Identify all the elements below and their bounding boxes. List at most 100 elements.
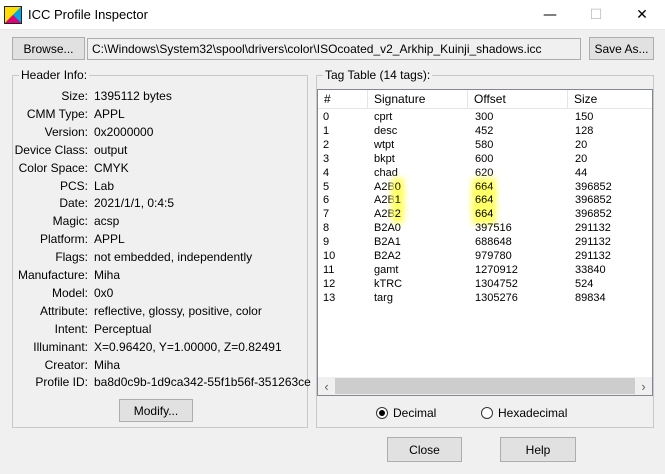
header-field-key: Version: [44, 124, 88, 139]
tag-offset-cell: 688648 [475, 236, 512, 249]
horizontal-scrollbar[interactable]: ‹ › [318, 377, 652, 395]
header-field-value: Miha [94, 268, 121, 282]
browse-button[interactable]: Browse... [12, 37, 85, 60]
tag-signature-cell: desc [374, 124, 398, 137]
header-fields: Size: 1395112 bytes CMM Type: APPL Version: 0… [0, 87, 311, 397]
tag-row[interactable]: 3 bkpt 600 20 [318, 152, 652, 167]
header-field-row: Flags: not embedded, independently [0, 248, 310, 266]
column-header-size[interactable]: Size [568, 90, 652, 109]
save-as-button[interactable]: Save As... [589, 37, 654, 60]
tag-number-cell: 12 [323, 277, 336, 290]
modify-button[interactable]: Modify... [119, 399, 193, 422]
header-field-key: CMM Type: [26, 106, 88, 121]
header-field-key: Manufacture: [17, 268, 88, 282]
tag-row[interactable]: 2 wtpt 580 20 [318, 138, 652, 153]
tag-row[interactable]: 11 gamt 1270912 33840 [318, 263, 652, 278]
tag-row[interactable]: 13 targ 1305276 89834 [318, 292, 652, 306]
tag-row[interactable]: 8 B2A0 397516 291132 [318, 222, 652, 236]
scroll-left-arrow[interactable]: ‹ [318, 377, 335, 395]
tag-size-cell: 150 [575, 111, 594, 123]
header-field-key: Size: [61, 89, 88, 103]
window-title: ICC Profile Inspector [28, 7, 148, 22]
header-field-key: Model: [51, 285, 88, 300]
header-field-key: Illuminant: [33, 339, 88, 354]
help-button[interactable]: Help [500, 437, 576, 462]
header-field-row: Illuminant: X=0.96420, Y=1.00000, Z=0.824… [0, 338, 310, 356]
chevron-right-icon: › [641, 378, 646, 394]
header-field-key: Flags: [55, 250, 88, 265]
header-field-row: Profile ID: ba8d0c9b-1d9ca342-55f1b56f-35… [0, 373, 311, 391]
tag-number-cell: 11 [323, 263, 335, 276]
tag-size-cell: 291132 [575, 250, 611, 262]
tag-row[interactable]: 6 A2B1 664 396852 [318, 194, 652, 208]
maximize-icon: ☐ [589, 7, 603, 23]
column-header-offset[interactable]: Offset [468, 90, 568, 109]
header-field-row: Size: 1395112 bytes [0, 87, 310, 105]
hexadecimal-radio[interactable]: Hexadecimal [481, 407, 581, 421]
header-field-value: 1395112 bytes [94, 89, 172, 103]
tag-number-cell: 9 [323, 236, 330, 249]
tag-row[interactable]: 7 A2B2 664 396852 [318, 208, 652, 222]
maximize-button[interactable]: ☐ [573, 0, 619, 30]
header-field-key: Creator: [44, 357, 88, 372]
tag-size-cell: 396852 [575, 194, 612, 207]
hexadecimal-radio-circle[interactable] [481, 407, 493, 419]
tag-offset-cell: 1270912 [475, 263, 518, 276]
app-icon [4, 6, 22, 24]
tag-row[interactable]: 10 B2A2 979780 291132 [318, 250, 652, 264]
header-field-value: 0x2000000 [94, 124, 154, 139]
header-field-value: ba8d0c9b-1d9ca342-55f1b56f-351263ce [94, 375, 311, 390]
header-field-value: 2021/1/1, 0:4:5 [94, 196, 175, 211]
scroll-thumb[interactable] [335, 378, 635, 394]
tag-offset-cell: 979780 [475, 250, 512, 262]
tag-signature-cell: B2A1 [374, 236, 401, 249]
tag-number-cell: 3 [323, 152, 330, 165]
tag-table[interactable]: # Signature Offset Size 0 cprt 300 150 1 desc… [317, 89, 653, 396]
tag-signature-cell: gamt [374, 263, 399, 276]
close-window-button[interactable]: ✕ [619, 0, 665, 30]
tag-number-cell: 6 [323, 194, 330, 207]
header-field-value: CMYK [94, 160, 129, 175]
header-field-key: Profile ID: [35, 375, 88, 390]
header-field-row: Color Space: CMYK [0, 159, 310, 177]
tag-size-cell: 524 [575, 277, 594, 290]
tag-row[interactable]: 9 B2A1 688648 291132 [318, 236, 652, 250]
file-path-field[interactable]: C:\Windows\System32\spool\drivers\color\… [87, 38, 581, 60]
tag-number-cell: 2 [323, 138, 330, 151]
tag-row[interactable]: 0 cprt 300 150 [318, 111, 652, 125]
tag-size-cell: 396852 [575, 180, 612, 193]
tag-size-cell: 20 [575, 138, 588, 151]
tag-size-cell: 44 [575, 166, 588, 179]
close-icon: ✕ [636, 7, 648, 23]
tag-signature-cell: wtpt [374, 138, 395, 151]
column-header-number[interactable]: # [318, 90, 368, 109]
tag-row[interactable]: 12 kTRC 1304752 524 [318, 277, 652, 292]
close-button[interactable]: Close [387, 437, 462, 462]
header-field-row: Attribute: reflective, glossy, positive, … [0, 302, 310, 320]
tag-number-cell: 7 [323, 208, 330, 221]
tag-number-cell: 8 [323, 222, 330, 235]
tag-signature-cell: cprt [374, 111, 393, 123]
tag-signature-cell: kTRC [374, 277, 403, 290]
header-field-row: Platform: APPL [0, 230, 310, 248]
tag-offset-cell: 452 [475, 124, 494, 137]
highlight-mark: 0 [394, 180, 401, 193]
header-field-value: reflective, glossy, positive, color [94, 303, 262, 318]
tag-size-cell: 396852 [575, 208, 612, 221]
column-header-signature[interactable]: Signature [368, 90, 468, 109]
header-field-value: Miha [94, 357, 121, 372]
header-field-value: Perceptual [94, 321, 152, 336]
tag-row[interactable]: 5 A2B0 664 396852 [318, 180, 652, 195]
chevron-left-icon: ‹ [324, 378, 329, 394]
tag-signature-cell: A2B0 [374, 180, 401, 193]
header-field-value: 0x0 [94, 285, 114, 300]
decimal-radio[interactable]: Decimal [376, 407, 456, 421]
header-field-key: Magic: [52, 214, 88, 229]
tag-signature-cell: bkpt [374, 152, 395, 165]
tag-row[interactable]: 1 desc 452 128 [318, 124, 652, 139]
scroll-right-arrow[interactable]: › [635, 377, 652, 395]
tag-row[interactable]: 4 chad 620 44 [318, 166, 652, 181]
tag-offset-cell: 1304752 [475, 277, 518, 290]
minimize-button[interactable]: — [527, 0, 573, 30]
decimal-radio-circle[interactable] [376, 407, 388, 419]
